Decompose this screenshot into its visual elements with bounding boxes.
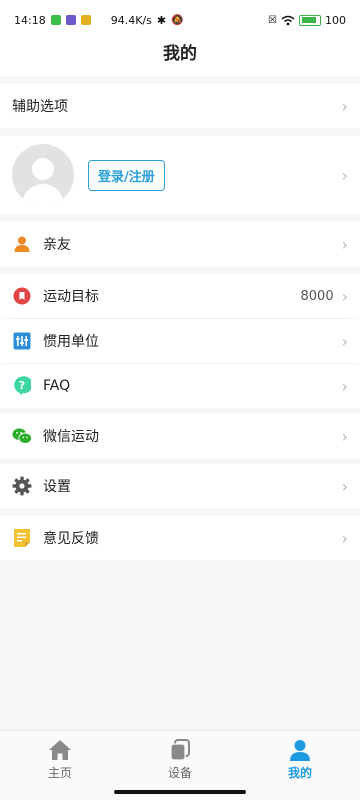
chevron-right-icon: › xyxy=(341,165,348,185)
chevron-right-icon: › xyxy=(341,528,348,548)
sim-icon: ☒ xyxy=(268,14,277,26)
menu-item-units[interactable]: 惯用单位 › xyxy=(0,319,360,363)
menu-item-faq-label: FAQ xyxy=(43,378,71,394)
accessibility-options-row[interactable]: 辅助选项 › xyxy=(0,84,360,128)
home-icon xyxy=(49,740,71,760)
battery-level: 100 xyxy=(325,13,346,27)
sliders-icon xyxy=(12,331,32,351)
avatar-head xyxy=(32,158,54,180)
wifi-icon xyxy=(281,15,295,25)
network-speed: 94.4K/s xyxy=(110,13,152,27)
battery-icon xyxy=(299,14,321,26)
avatar[interactable] xyxy=(12,144,74,206)
nav-tab-home-label: 主页 xyxy=(47,766,72,780)
wechat-icon xyxy=(12,426,32,446)
nav-tab-home[interactable]: 主页 xyxy=(10,731,110,800)
page-title-bar: 我的 xyxy=(0,40,360,76)
chevron-right-icon: › xyxy=(341,234,348,254)
status-bar: 14:18 94.4K/s ✱ 🔕 ☒ 100 xyxy=(0,0,360,40)
question-icon: ? xyxy=(12,376,32,396)
menu-item-feedback[interactable]: 意见反馈 › xyxy=(0,516,360,560)
status-right: ☒ 100 xyxy=(268,14,346,27)
menu-item-friends-label: 亲友 xyxy=(43,237,71,253)
status-time: 14:18 xyxy=(14,13,46,27)
avatar-body xyxy=(22,184,64,206)
chevron-right-icon: › xyxy=(341,376,348,396)
nav-tab-mine-label: 我的 xyxy=(287,766,312,780)
menu-item-friends[interactable]: 亲友 › xyxy=(0,222,360,266)
chevron-right-icon: › xyxy=(341,331,348,351)
menu-item-feedback-label: 意见反馈 xyxy=(43,531,99,547)
app-notification-icon-2 xyxy=(80,15,91,25)
menu-item-wechat-sport-label: 微信运动 xyxy=(43,429,99,445)
svg-text:?: ? xyxy=(19,379,25,392)
person-icon xyxy=(290,740,310,761)
nav-tab-mine[interactable]: 我的 xyxy=(250,731,350,800)
home-indicator[interactable] xyxy=(114,790,246,794)
menu-item-goal[interactable]: 运动目标 8000 › xyxy=(0,274,360,318)
menu-item-wechat-sport[interactable]: 微信运动 › xyxy=(0,414,360,458)
login-register-button[interactable]: 登录/注册 xyxy=(88,159,165,191)
profile-row[interactable]: 登录/注册 › xyxy=(0,136,360,214)
chevron-right-icon: › xyxy=(341,476,348,496)
device-icon xyxy=(170,739,190,761)
note-icon xyxy=(12,528,32,548)
chevron-right-icon: › xyxy=(341,96,348,116)
nav-tab-device-label: 设备 xyxy=(167,766,192,780)
menu-item-units-label: 惯用单位 xyxy=(43,334,99,350)
app-notification-icon xyxy=(65,15,76,25)
status-left: 14:18 xyxy=(14,14,91,27)
menu-item-settings[interactable]: 设置 › xyxy=(0,464,360,508)
person-icon xyxy=(12,234,32,254)
menu-item-settings-label: 设置 xyxy=(43,479,71,495)
chevron-right-icon: › xyxy=(341,426,348,446)
accessibility-options-label: 辅助选项 xyxy=(12,99,68,115)
target-icon xyxy=(12,286,32,306)
menu-item-goal-label: 运动目标 xyxy=(43,289,99,305)
mute-icon: 🔕 xyxy=(171,14,184,26)
gear-icon xyxy=(12,476,32,496)
status-center: 94.4K/s ✱ 🔕 xyxy=(111,14,184,27)
wechat-notification-icon xyxy=(50,15,61,25)
page-title: 我的 xyxy=(163,44,197,64)
goal-value: 8000 xyxy=(300,288,334,304)
chevron-right-icon: › xyxy=(341,286,348,306)
bluetooth-icon: ✱ xyxy=(156,13,167,27)
menu-item-faq[interactable]: ? FAQ › xyxy=(0,364,360,408)
